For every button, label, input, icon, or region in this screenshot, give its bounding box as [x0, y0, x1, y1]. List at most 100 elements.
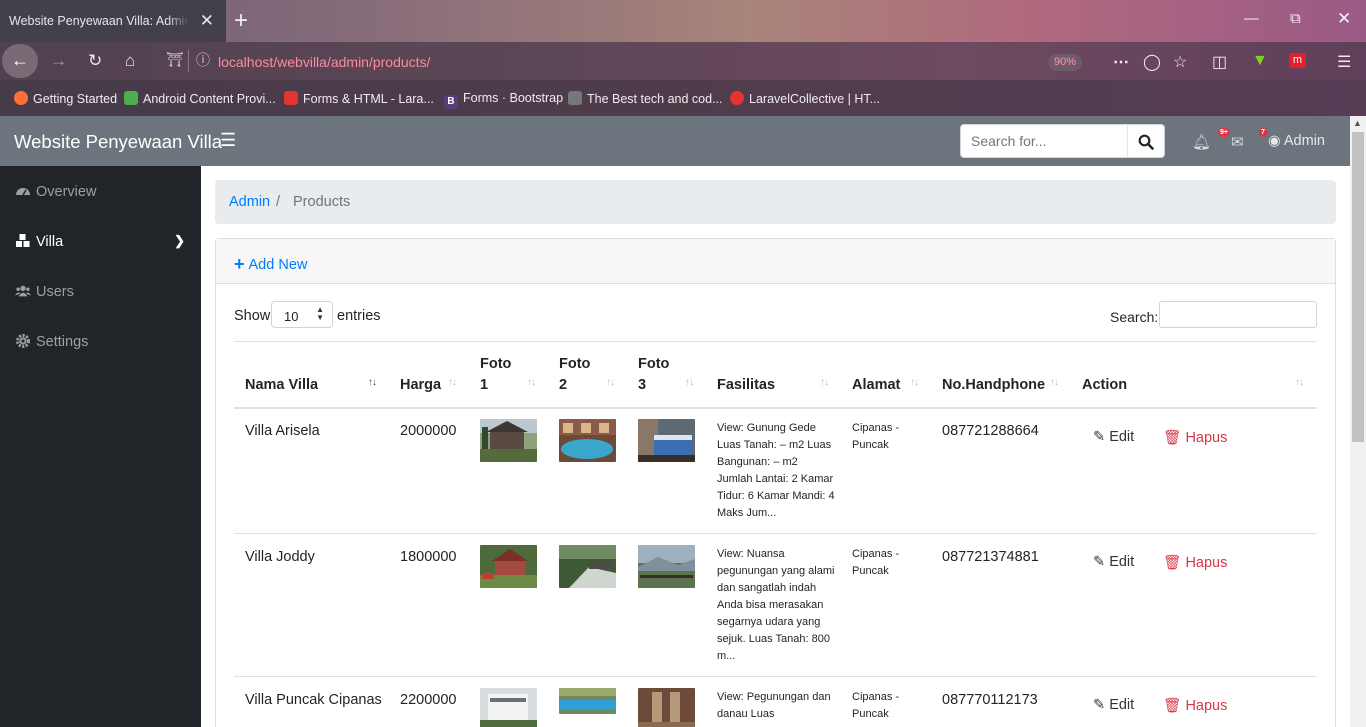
column-header-harga[interactable]: Harga: [400, 375, 441, 396]
bookmark-item[interactable]: Android Content Provi...: [124, 91, 276, 106]
bookmark-item[interactable]: B Forms · Bootstrap: [444, 91, 563, 109]
zoom-badge[interactable]: 90%: [1048, 54, 1083, 71]
bookmark-item[interactable]: Getting Started: [14, 91, 117, 106]
sidebar-item-label: Villa: [36, 234, 64, 250]
shield-icon[interactable]: ⛩: [166, 51, 184, 68]
brand-title[interactable]: Website Penyewaan Villa: [14, 131, 222, 153]
more-icon[interactable]: ⋯: [1113, 52, 1129, 72]
breadcrumb-admin-link[interactable]: Admin: [229, 194, 270, 210]
row-divider: [234, 533, 1317, 534]
notification-badge: 9+: [1218, 128, 1230, 137]
search-input[interactable]: [960, 124, 1128, 158]
window-close-icon[interactable]: ✕: [1337, 9, 1351, 29]
restore-icon[interactable]: ⧉: [1290, 10, 1301, 27]
sort-icon[interactable]: ↑↓: [448, 377, 457, 388]
table-search-input[interactable]: [1159, 301, 1317, 328]
forward-icon[interactable]: →: [50, 51, 67, 71]
envelope-icon[interactable]: ✉: [1231, 133, 1244, 151]
bootstrap-icon: B: [444, 95, 458, 109]
minimize-icon[interactable]: —: [1244, 10, 1259, 27]
download-icon[interactable]: ▼: [1252, 52, 1268, 70]
column-header-no-handphone[interactable]: No.Handphone: [942, 375, 1045, 396]
edit-button[interactable]: ✎ Edit: [1093, 697, 1134, 713]
firefox-icon: [14, 91, 28, 105]
trash-icon: 🗑︎: [1163, 698, 1182, 714]
column-header-fasilitas[interactable]: Fasilitas: [717, 375, 775, 396]
add-new-button[interactable]: + Add New: [234, 254, 307, 275]
villa-photo[interactable]: [480, 545, 537, 588]
sort-asc-icon[interactable]: ↑↓: [368, 377, 377, 388]
cubes-icon: [16, 234, 30, 247]
cell-harga: 1800000: [400, 549, 457, 565]
villa-photo[interactable]: [638, 419, 695, 462]
tab-close-icon[interactable]: ✕: [200, 11, 214, 31]
card-header: + Add New: [216, 239, 1335, 284]
sidebar-item-label: Settings: [36, 334, 89, 350]
edit-button[interactable]: ✎ Edit: [1093, 429, 1134, 445]
info-icon[interactable]: ⓘ: [196, 50, 210, 70]
villa-photo[interactable]: [559, 419, 616, 462]
villa-photo[interactable]: [559, 545, 616, 588]
scrollbar-thumb[interactable]: [1352, 132, 1364, 442]
delete-button[interactable]: 🗑︎ Hapus: [1163, 429, 1227, 446]
search-button[interactable]: [1127, 124, 1165, 158]
sort-icon[interactable]: ↑↓: [527, 377, 536, 388]
scroll-up-icon[interactable]: ▲: [1353, 118, 1362, 128]
hamburger-icon[interactable]: ☰: [220, 130, 236, 151]
sidebar-item-settings[interactable]: Settings: [0, 316, 201, 366]
browser-tab-bar: Website Penyewaan Villa: Admin - Product…: [0, 0, 1366, 42]
sort-icon[interactable]: ↑↓: [1050, 377, 1059, 388]
user-menu[interactable]: ◉ Admin: [1268, 133, 1325, 149]
sidebar-item-overview[interactable]: Overview: [0, 166, 201, 216]
villa-photo[interactable]: [638, 688, 695, 727]
column-header-alamat[interactable]: Alamat: [852, 375, 900, 396]
edit-icon: ✎: [1093, 429, 1106, 445]
pocket-icon[interactable]: ◯: [1143, 52, 1161, 72]
page-scrollbar[interactable]: ▲: [1350, 116, 1366, 727]
menu-icon[interactable]: ☰: [1337, 52, 1351, 72]
show-label: Show: [234, 308, 271, 324]
extension-icon[interactable]: m: [1289, 53, 1306, 68]
villa-photo[interactable]: [638, 545, 695, 588]
url-text[interactable]: localhost/webvilla/admin/products/: [218, 54, 430, 70]
sidebar-item-villa[interactable]: Villa ❯: [0, 216, 201, 266]
column-header-nama-villa[interactable]: Nama Villa: [245, 375, 318, 396]
villa-photo[interactable]: [480, 419, 537, 462]
sort-icon[interactable]: ↑↓: [606, 377, 615, 388]
cell-nama-villa: Villa Arisela: [245, 423, 320, 439]
bookmark-item[interactable]: Forms & HTML - Lara...: [284, 91, 434, 106]
column-header-action[interactable]: Action: [1082, 375, 1127, 396]
sort-icon[interactable]: ↑↓: [1295, 377, 1304, 388]
sidebar-toggle-icon[interactable]: ◫: [1212, 52, 1227, 72]
column-header-foto-3[interactable]: Foto 3: [638, 354, 669, 396]
reload-icon[interactable]: ↻: [88, 51, 102, 71]
sort-icon[interactable]: ↑↓: [685, 377, 694, 388]
back-icon[interactable]: ←: [2, 44, 38, 78]
edit-button[interactable]: ✎ Edit: [1093, 554, 1134, 570]
delete-button[interactable]: 🗑︎ Hapus: [1163, 697, 1227, 714]
tachometer-icon: [16, 188, 30, 196]
star-icon[interactable]: ☆: [1173, 52, 1187, 72]
navbar-search: [960, 124, 1165, 158]
browser-tab[interactable]: Website Penyewaan Villa: Admin - Product…: [0, 0, 226, 42]
column-header-foto-1[interactable]: Foto 1: [480, 354, 511, 396]
villa-photo[interactable]: [559, 688, 616, 714]
bookmark-item[interactable]: LaravelCollective | HT...: [730, 91, 880, 106]
entries-select[interactable]: 10 ▲ ▼: [271, 301, 333, 328]
url-bar[interactable]: ⛩ ⓘ localhost/webvilla/admin/products/ 9…: [160, 45, 1100, 77]
select-arrows-icon: ▲ ▼: [316, 305, 324, 322]
cell-fasilitas: View: Pegunungan dan danau Luas: [717, 691, 831, 720]
villa-photo[interactable]: [480, 688, 537, 727]
bookmark-item[interactable]: The Best tech and cod...: [568, 91, 723, 106]
bell-icon[interactable]: 🔔︎: [1192, 133, 1211, 151]
products-card: + Add New Show 10 ▲ ▼ entries Search: Nama…: [215, 238, 1336, 727]
new-tab-button[interactable]: +: [234, 7, 248, 35]
cell-alamat: Cipanas - Puncak: [852, 548, 900, 577]
delete-button[interactable]: 🗑︎ Hapus: [1163, 554, 1227, 571]
sort-icon[interactable]: ↑↓: [820, 377, 829, 388]
cell-nama-villa: Villa Puncak Cipanas: [245, 692, 382, 708]
home-icon[interactable]: ⌂: [125, 51, 135, 71]
sort-icon[interactable]: ↑↓: [910, 377, 919, 388]
sidebar-item-users[interactable]: Users: [0, 266, 201, 316]
column-header-foto-2[interactable]: Foto 2: [559, 354, 590, 396]
